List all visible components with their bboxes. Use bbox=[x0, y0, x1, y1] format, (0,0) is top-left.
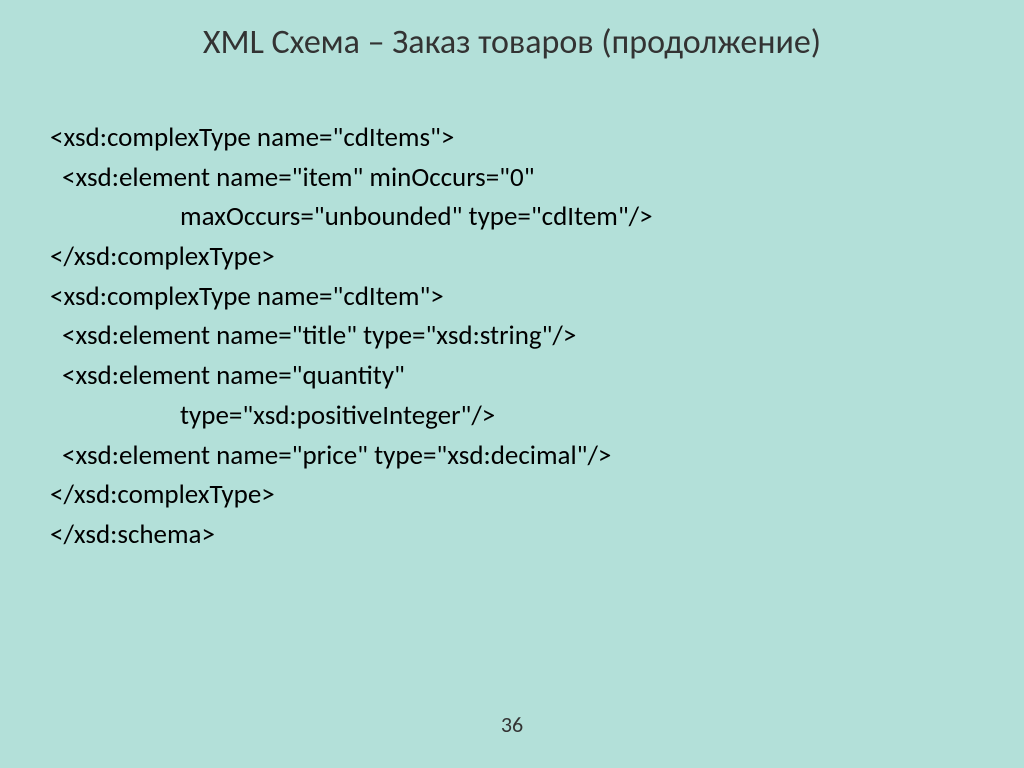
code-line-1: <xsd:complexType name="cdItems"> bbox=[50, 118, 1024, 158]
code-line-2: <xsd:element name="item" minOccurs="0" bbox=[50, 158, 1024, 198]
code-line-4: </xsd:complexType> bbox=[50, 237, 1024, 277]
code-line-6: <xsd:element name="title" type="xsd:stri… bbox=[50, 316, 1024, 356]
code-line-5: <xsd:complexType name="cdItem"> bbox=[50, 277, 1024, 317]
code-line-8: type="xsd:positiveInteger"/> bbox=[50, 396, 1024, 436]
page-number: 36 bbox=[0, 711, 1024, 738]
code-line-10: </xsd:complexType> bbox=[50, 475, 1024, 515]
slide-title: XML Схема – Заказ товаров (продолжение) bbox=[0, 0, 1024, 63]
code-line-7: <xsd:element name="quantity" bbox=[50, 356, 1024, 396]
code-line-9: <xsd:element name="price" type="xsd:deci… bbox=[50, 436, 1024, 476]
code-line-11: </xsd:schema> bbox=[50, 515, 1024, 555]
code-line-3: maxOccurs="unbounded" type="cdItem"/> bbox=[50, 197, 1024, 237]
code-block: <xsd:complexType name="cdItems"> <xsd:el… bbox=[0, 63, 1024, 555]
